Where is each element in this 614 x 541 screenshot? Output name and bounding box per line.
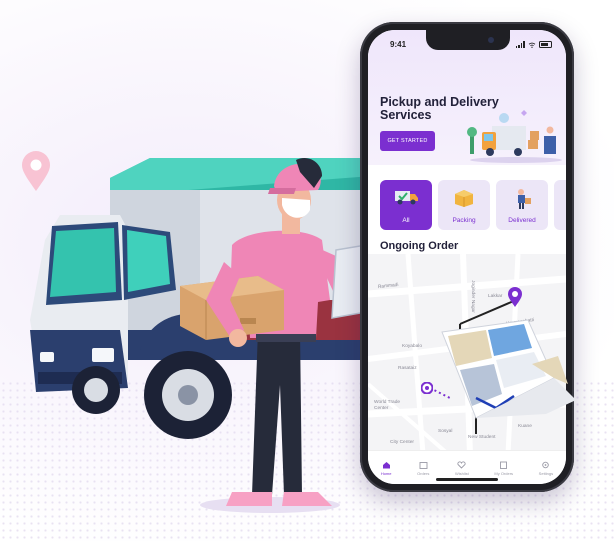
wifi-icon bbox=[528, 42, 536, 48]
street-label: Lakkar bbox=[488, 294, 503, 299]
truck-icon bbox=[395, 191, 418, 205]
folded-map-icon bbox=[441, 319, 576, 419]
origin-marker-icon bbox=[421, 382, 433, 394]
courier-icon bbox=[518, 189, 531, 209]
battery-icon bbox=[539, 41, 552, 48]
tab-my-orders[interactable]: My Orders bbox=[494, 461, 513, 476]
box-icon bbox=[455, 190, 473, 207]
street-label: Rasataiz bbox=[398, 366, 417, 371]
filter-packing-label: Packing bbox=[452, 217, 476, 224]
filter-chips: All Packing Delivered bbox=[380, 180, 566, 230]
home-icon bbox=[382, 461, 390, 468]
street-label: Kuane bbox=[518, 424, 532, 429]
heart-icon bbox=[457, 460, 466, 469]
tab-orders[interactable]: Orders bbox=[417, 461, 429, 476]
filter-all-label: All bbox=[402, 217, 410, 224]
delivery-scene-icon bbox=[467, 110, 562, 163]
signal-icon bbox=[515, 41, 525, 48]
tab-orders-label: Orders bbox=[417, 470, 430, 476]
street-label: Koyabalo bbox=[402, 344, 423, 349]
tab-my-orders-label: My Orders bbox=[494, 470, 514, 476]
tab-home-label: Home bbox=[380, 470, 392, 476]
filter-more[interactable] bbox=[554, 180, 566, 230]
home-indicator bbox=[436, 478, 498, 481]
filter-all[interactable]: All bbox=[380, 180, 432, 230]
filter-delivered-label: Delivered bbox=[508, 217, 536, 224]
list-icon bbox=[500, 461, 508, 469]
street-label: New Student bbox=[468, 435, 496, 440]
street-label: Joginder Nagar bbox=[469, 280, 475, 313]
tab-wishlist[interactable]: Wishlist bbox=[454, 460, 469, 476]
tab-home[interactable]: Home bbox=[380, 461, 392, 476]
tab-settings[interactable]: Settings bbox=[539, 461, 553, 476]
filter-delivered[interactable]: Delivered bbox=[496, 180, 548, 230]
tab-wishlist-label: Wishlist bbox=[454, 470, 469, 476]
destination-pin-icon bbox=[508, 287, 522, 307]
hero-banner: 9:41 Pickup and Delivery Services GET ST… bbox=[0, 0, 614, 541]
street-label: Sosyal bbox=[438, 429, 453, 434]
status-time: 9:41 bbox=[390, 40, 407, 49]
status-icons bbox=[515, 41, 552, 48]
ongoing-order-title: Ongoing Order bbox=[380, 240, 459, 252]
gear-icon bbox=[542, 461, 550, 468]
street-label: World Trade Center bbox=[374, 400, 401, 411]
calendar-icon bbox=[419, 461, 428, 469]
get-started-button[interactable]: GET STARTED bbox=[380, 131, 435, 151]
tab-settings-label: Settings bbox=[538, 470, 554, 476]
phone-notch bbox=[426, 30, 510, 50]
filter-packing[interactable]: Packing bbox=[438, 180, 490, 230]
street-label: City Center bbox=[390, 440, 414, 445]
